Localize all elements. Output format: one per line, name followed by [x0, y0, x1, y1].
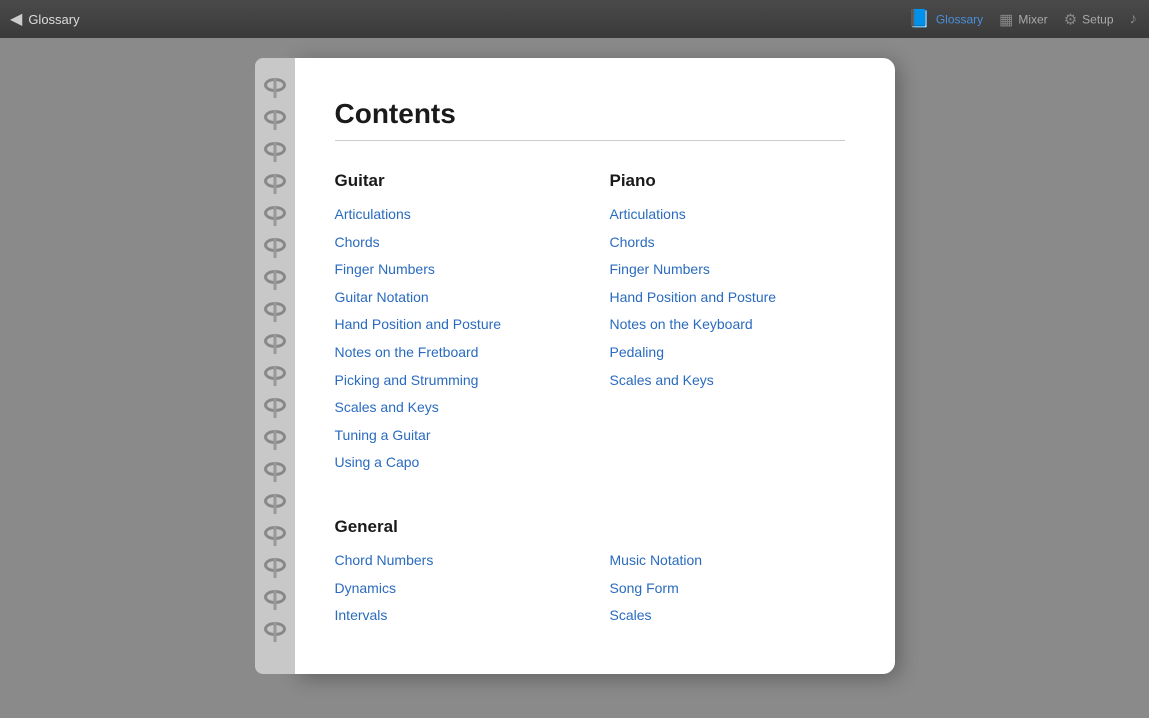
nav-mixer-label: Mixer — [1018, 12, 1047, 26]
topbar-left: ◀ Glossary — [10, 9, 80, 29]
guitar-links: Articulations Chords Finger Numbers Guitar … — [335, 205, 570, 473]
topbar-right: 📘 Glossary ▦ Mixer ⚙ Setup ♪ — [908, 9, 1137, 30]
guitar-link[interactable]: Finger Numbers — [335, 260, 570, 280]
guitar-link[interactable]: Guitar Notation — [335, 288, 570, 308]
piano-heading: Piano — [610, 171, 845, 191]
piano-link[interactable]: Finger Numbers — [610, 260, 845, 280]
topbar-title: Glossary — [28, 12, 79, 27]
nav-mixer[interactable]: ▦ Mixer — [999, 10, 1048, 28]
general-right-column: Music Notation Song Form Scales — [610, 551, 845, 634]
nav-setup-label: Setup — [1082, 12, 1113, 26]
nav-glossary[interactable]: 📘 Glossary — [908, 9, 983, 30]
general-link[interactable]: Intervals — [335, 606, 570, 626]
divider — [335, 140, 845, 141]
general-section: General Chord Numbers Dynamics Intervals M… — [335, 517, 845, 634]
guitar-link[interactable]: Articulations — [335, 205, 570, 225]
piano-link[interactable]: Notes on the Keyboard — [610, 315, 845, 335]
spine — [255, 58, 295, 674]
guitar-heading: Guitar — [335, 171, 570, 191]
spiral-ring — [264, 526, 286, 540]
spiral-ring — [264, 206, 286, 220]
spiral-ring — [264, 78, 286, 92]
music-icon: ♪ — [1130, 11, 1138, 28]
guitar-column: Guitar Articulations Chords Finger Numbers… — [335, 171, 570, 481]
general-link[interactable]: Dynamics — [335, 579, 570, 599]
spiral-ring — [264, 270, 286, 284]
spiral-ring — [264, 590, 286, 604]
spiral-ring — [264, 366, 286, 380]
spiral-ring — [264, 174, 286, 188]
spiral-ring — [264, 462, 286, 476]
piano-link[interactable]: Hand Position and Posture — [610, 288, 845, 308]
guitar-link[interactable]: Tuning a Guitar — [335, 426, 570, 446]
spiral-ring — [264, 110, 286, 124]
general-columns: Chord Numbers Dynamics Intervals Music Not… — [335, 551, 845, 634]
spiral-ring — [264, 558, 286, 572]
nav-setup[interactable]: ⚙ Setup — [1064, 10, 1114, 28]
spiral-ring — [264, 302, 286, 316]
general-link[interactable]: Song Form — [610, 579, 845, 599]
piano-link[interactable]: Articulations — [610, 205, 845, 225]
general-heading: General — [335, 517, 845, 537]
main-area: Contents Guitar Articulations Chords Finge… — [0, 38, 1149, 718]
setup-icon: ⚙ — [1064, 10, 1077, 28]
notebook: Contents Guitar Articulations Chords Finge… — [255, 58, 895, 674]
back-icon[interactable]: ◀ — [10, 9, 22, 29]
general-left-column: Chord Numbers Dynamics Intervals — [335, 551, 570, 634]
spiral-ring — [264, 494, 286, 508]
nav-glossary-label: Glossary — [936, 12, 983, 26]
spiral-ring — [264, 622, 286, 636]
guitar-link[interactable]: Chords — [335, 233, 570, 253]
guitar-link[interactable]: Hand Position and Posture — [335, 315, 570, 335]
piano-link[interactable]: Pedaling — [610, 343, 845, 363]
guitar-link[interactable]: Picking and Strumming — [335, 371, 570, 391]
piano-link[interactable]: Chords — [610, 233, 845, 253]
nav-music[interactable]: ♪ — [1130, 11, 1138, 28]
guitar-link[interactable]: Notes on the Fretboard — [335, 343, 570, 363]
general-link[interactable]: Chord Numbers — [335, 551, 570, 571]
page: Contents Guitar Articulations Chords Finge… — [295, 58, 895, 674]
columns-wrapper: Guitar Articulations Chords Finger Numbers… — [335, 171, 845, 481]
general-link[interactable]: Scales — [610, 606, 845, 626]
topbar: ◀ Glossary 📘 Glossary ▦ Mixer ⚙ Setup ♪ — [0, 0, 1149, 38]
guitar-link[interactable]: Scales and Keys — [335, 398, 570, 418]
spiral-ring — [264, 430, 286, 444]
piano-column: Piano Articulations Chords Finger Numbers H… — [610, 171, 845, 481]
spiral-ring — [264, 334, 286, 348]
piano-links: Articulations Chords Finger Numbers Hand Po… — [610, 205, 845, 390]
glossary-icon: 📘 — [908, 9, 930, 30]
spiral-ring — [264, 238, 286, 252]
general-link[interactable]: Music Notation — [610, 551, 845, 571]
spiral-ring — [264, 142, 286, 156]
guitar-link[interactable]: Using a Capo — [335, 453, 570, 473]
page-title: Contents — [335, 98, 845, 130]
mixer-icon: ▦ — [999, 10, 1013, 28]
spiral-ring — [264, 398, 286, 412]
piano-link[interactable]: Scales and Keys — [610, 371, 845, 391]
